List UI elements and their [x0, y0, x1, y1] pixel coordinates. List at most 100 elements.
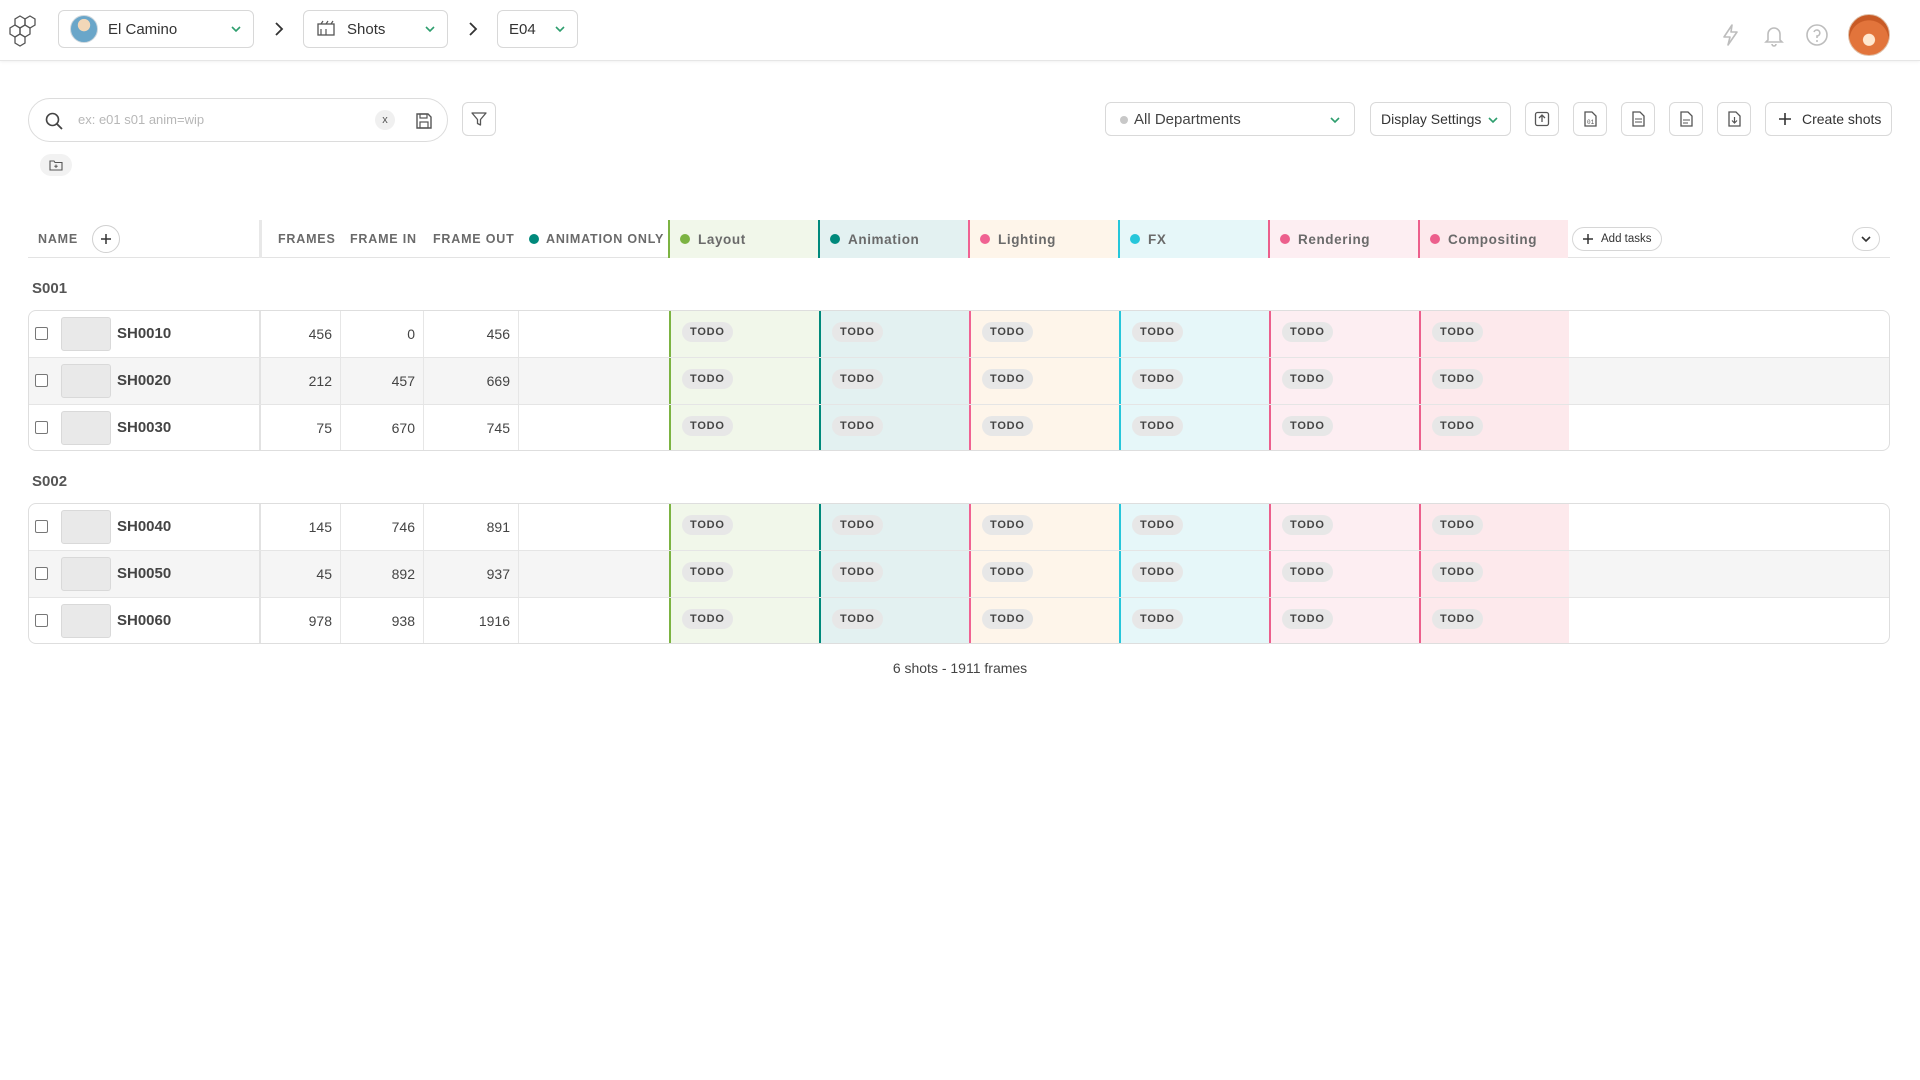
task-status-cell[interactable]: TODO [819, 311, 969, 357]
task-status-cell[interactable]: TODO [669, 405, 819, 450]
status-badge[interactable]: TODO [832, 515, 883, 535]
row-checkbox[interactable] [35, 567, 48, 580]
column-task-fx[interactable]: FX [1118, 220, 1268, 258]
task-status-cell[interactable]: TODO [819, 405, 969, 450]
status-badge[interactable]: TODO [1132, 322, 1183, 342]
task-status-cell[interactable]: TODO [1419, 551, 1569, 597]
section-selector[interactable]: Shots [303, 10, 448, 48]
task-status-cell[interactable]: TODO [669, 504, 819, 550]
task-status-cell[interactable]: TODO [1119, 311, 1269, 357]
status-badge[interactable]: TODO [982, 515, 1033, 535]
animation-only-cell[interactable] [519, 598, 669, 643]
file-button[interactable] [1669, 102, 1703, 136]
column-frames[interactable]: FRAMES [278, 220, 336, 258]
task-status-cell[interactable]: TODO [1119, 358, 1269, 404]
frame-in-cell[interactable]: 892 [341, 551, 424, 597]
column-task-lighting[interactable]: Lighting [968, 220, 1118, 258]
status-badge[interactable]: TODO [682, 369, 733, 389]
row-checkbox[interactable] [35, 520, 48, 533]
frames-cell[interactable]: 456 [261, 311, 341, 357]
frame-in-cell[interactable]: 457 [341, 358, 424, 404]
shot-name[interactable]: SH0040 [117, 518, 171, 535]
status-badge[interactable]: TODO [1132, 369, 1183, 389]
task-status-cell[interactable]: TODO [819, 598, 969, 643]
task-status-cell[interactable]: TODO [819, 504, 969, 550]
status-badge[interactable]: TODO [682, 515, 733, 535]
status-badge[interactable]: TODO [1282, 416, 1333, 436]
column-frame-out[interactable]: FRAME OUT [433, 220, 515, 258]
task-status-cell[interactable]: TODO [1419, 598, 1569, 643]
task-status-cell[interactable]: TODO [1419, 358, 1569, 404]
task-status-cell[interactable]: TODO [819, 551, 969, 597]
status-badge[interactable]: TODO [1432, 515, 1483, 535]
collapse-button[interactable] [1852, 227, 1880, 251]
task-status-cell[interactable]: TODO [969, 551, 1119, 597]
status-badge[interactable]: TODO [1282, 515, 1333, 535]
status-badge[interactable]: TODO [832, 416, 883, 436]
status-badge[interactable]: TODO [1132, 609, 1183, 629]
task-status-cell[interactable]: TODO [1419, 504, 1569, 550]
table-row[interactable]: SH0030 75 670 745 TODO TODO TODO TODO TODO TODO [29, 405, 1889, 450]
shot-thumbnail[interactable] [61, 604, 111, 638]
user-avatar[interactable] [1848, 14, 1890, 56]
table-row[interactable]: SH0060 978 938 1916 TODO TODO TODO TODO TODO TODO [29, 598, 1889, 643]
shot-thumbnail[interactable] [61, 317, 111, 351]
row-checkbox[interactable] [35, 374, 48, 387]
frames-cell[interactable]: 45 [261, 551, 341, 597]
shot-name[interactable]: SH0050 [117, 565, 171, 582]
status-badge[interactable]: TODO [1432, 609, 1483, 629]
frame-in-cell[interactable]: 746 [341, 504, 424, 550]
shot-name[interactable]: SH0060 [117, 612, 171, 629]
episode-selector[interactable]: E04 [497, 10, 578, 48]
task-status-cell[interactable]: TODO [1119, 504, 1269, 550]
task-status-cell[interactable]: TODO [969, 405, 1119, 450]
status-badge[interactable]: TODO [1132, 515, 1183, 535]
project-selector[interactable]: El Camino [58, 10, 254, 48]
animation-only-cell[interactable] [519, 504, 669, 550]
add-column-button[interactable] [92, 225, 121, 253]
task-status-cell[interactable]: TODO [1269, 551, 1419, 597]
shot-thumbnail[interactable] [61, 411, 111, 445]
task-status-cell[interactable]: TODO [969, 598, 1119, 643]
status-badge[interactable]: TODO [1132, 416, 1183, 436]
frame-in-cell[interactable]: 0 [341, 311, 424, 357]
status-badge[interactable]: TODO [1432, 322, 1483, 342]
bell-icon[interactable] [1761, 22, 1787, 48]
task-status-cell[interactable]: TODO [1119, 551, 1269, 597]
edl-import-button[interactable]: 01 [1573, 102, 1607, 136]
status-badge[interactable]: TODO [1432, 562, 1483, 582]
shot-name[interactable]: SH0030 [117, 419, 171, 436]
frames-cell[interactable]: 978 [261, 598, 341, 643]
frame-out-cell[interactable]: 937 [424, 551, 519, 597]
column-task-compositing[interactable]: Compositing [1418, 220, 1568, 258]
shot-name[interactable]: SH0020 [117, 372, 171, 389]
column-task-animation[interactable]: Animation [818, 220, 968, 258]
status-badge[interactable]: TODO [1432, 416, 1483, 436]
table-row[interactable]: SH0050 45 892 937 TODO TODO TODO TODO TODO TODO [29, 551, 1889, 598]
status-badge[interactable]: TODO [682, 562, 733, 582]
app-logo-icon[interactable] [8, 12, 44, 48]
task-status-cell[interactable]: TODO [669, 311, 819, 357]
task-status-cell[interactable]: TODO [1419, 405, 1569, 450]
frame-in-cell[interactable]: 938 [341, 598, 424, 643]
frame-out-cell[interactable]: 891 [424, 504, 519, 550]
task-status-cell[interactable]: TODO [1269, 504, 1419, 550]
shot-thumbnail[interactable] [61, 557, 111, 591]
column-task-rendering[interactable]: Rendering [1268, 220, 1418, 258]
task-status-cell[interactable]: TODO [669, 598, 819, 643]
table-row[interactable]: SH0010 456 0 456 TODO TODO TODO TODO TODO TODO [29, 311, 1889, 358]
status-badge[interactable]: TODO [982, 322, 1033, 342]
status-badge[interactable]: TODO [1432, 369, 1483, 389]
task-status-cell[interactable]: TODO [969, 311, 1119, 357]
status-badge[interactable]: TODO [832, 322, 883, 342]
frame-out-cell[interactable]: 1916 [424, 598, 519, 643]
status-badge[interactable]: TODO [982, 609, 1033, 629]
task-status-cell[interactable]: TODO [1269, 405, 1419, 450]
status-badge[interactable]: TODO [1282, 609, 1333, 629]
row-checkbox[interactable] [35, 327, 48, 340]
task-status-cell[interactable]: TODO [969, 504, 1119, 550]
animation-only-cell[interactable] [519, 405, 669, 450]
column-animation-only[interactable]: ANIMATION ONLY [529, 220, 664, 258]
export-button[interactable] [1717, 102, 1751, 136]
task-status-cell[interactable]: TODO [669, 551, 819, 597]
